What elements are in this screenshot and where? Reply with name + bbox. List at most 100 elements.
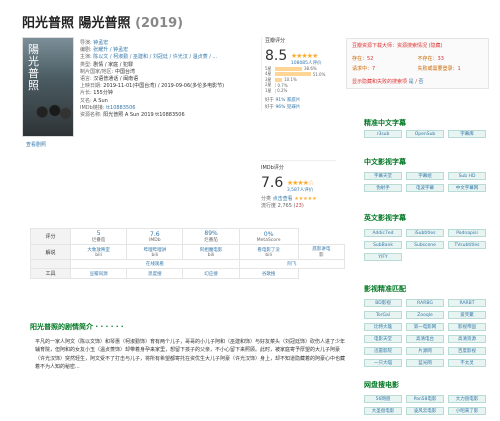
table-link[interactable]: 豆瓣同源 (72, 271, 125, 277)
score-source: 烂番茄 (91, 238, 106, 243)
table-link[interactable]: 在线观看 (72, 261, 238, 267)
info-row: 主演: 陈以文 / 柯淑勤 / 巫建和 / 刘冠廷 / 许光汉 / 温贞菱 / … (80, 54, 255, 61)
info-link[interactable]: 陈以文 / 柯淑勤 / 巫建和 / 刘冠廷 / 许光汉 / 温贞菱 / ... (93, 54, 217, 60)
table-cell[interactable]: 阿相魔电影 bili (182, 244, 240, 260)
table-cell[interactable]: 谷歌搜 (238, 268, 299, 279)
info-key: 又名: (80, 97, 94, 104)
info-key: 导演: (80, 40, 94, 46)
table-cell[interactable]: 豆瓣同源 (69, 268, 128, 279)
resource-tag-button[interactable]: 字幕库 (448, 130, 486, 138)
better-prefix: 好于 (265, 104, 274, 110)
poster-image[interactable]: 陽光普照 (22, 37, 74, 137)
search-stat: 请求中：7 (352, 65, 418, 72)
resource-tag-button[interactable]: iSubtitles (406, 229, 444, 237)
info-key: 片长: (80, 90, 94, 97)
resource-tag-button[interactable]: 大力盘电影 (448, 395, 486, 403)
resource-tag-button[interactable]: Subscene (406, 241, 444, 249)
resource-tag-button[interactable]: 电影天堂 (364, 335, 402, 343)
table-cell[interactable]: 思度搜 (126, 268, 184, 279)
link-source: 影 (319, 253, 324, 258)
douban-stars: ★★★★★ 108085人评价 (291, 52, 322, 66)
resource-tag-button[interactable]: OpenSub (406, 130, 444, 138)
resource-table: 评分 5 烂番茄 7.6 IMDb 89% 烂番茄 0% MetaScore 解说 大象放映室 bil… (30, 228, 346, 279)
table-cell[interactable]: 大象放映室 bili (69, 244, 128, 260)
search-stat-value[interactable]: 33 (438, 56, 444, 62)
resource-tag-button[interactable]: Podnapisi (448, 229, 486, 237)
resource-tag-button[interactable]: TVsubtitles (448, 241, 486, 249)
search-stat-value[interactable]: 1 (458, 66, 461, 72)
separator: / (415, 79, 417, 85)
show-no-link[interactable]: 否 (419, 79, 424, 85)
douban-count[interactable]: 108085人评价 (291, 60, 322, 66)
better-link-1[interactable]: 91% 家庭片 (275, 98, 300, 103)
resource-tag-button[interactable]: SubBank (364, 241, 402, 249)
show-yes-link[interactable]: 是 (409, 79, 414, 85)
link-source: bili (95, 252, 102, 258)
table-link[interactable]: 谷歌搜 (241, 271, 297, 277)
section-title-netdisk: 网盘搜电影 (364, 381, 399, 389)
table-cell[interactable]: 在线观看 (70, 259, 240, 269)
search-status-title[interactable]: 豆瓣资源下载大师：资源搜索情况 (352, 43, 427, 49)
resource-tag-button[interactable]: Pan58电影 (406, 395, 444, 403)
search-stat-value[interactable]: 7 (372, 66, 375, 72)
table-link[interactable]: 幻应搜 (184, 271, 237, 277)
resource-tag-button[interactable]: RARBT (448, 299, 486, 307)
resource-tag-button[interactable]: 小昭来了影 (448, 407, 486, 415)
table-cell[interactable]: 阿飞 (238, 259, 346, 269)
resource-tag-button[interactable]: 中文字幕网 (448, 184, 486, 192)
resource-tag-button[interactable]: 高清电台 (406, 335, 444, 343)
resource-tag-button[interactable]: Sub HD (448, 172, 486, 180)
trend-value: 2,765 (277, 203, 292, 209)
imdb-count[interactable]: 3,587人评价 (287, 187, 313, 193)
resource-tag-button[interactable]: 字幕天堂 (364, 172, 402, 180)
track-link[interactable]: 点击查看 (273, 196, 293, 202)
search-stat-value[interactable]: 52 (367, 56, 373, 62)
resource-tag-button[interactable]: 百度影视 (448, 347, 486, 355)
table-link[interactable]: 阿飞 (241, 261, 343, 267)
rating-pct: 10.1% (284, 77, 297, 83)
resource-tag-button[interactable]: YIFY (364, 253, 402, 261)
resource-tag-button[interactable]: RARBG (406, 299, 444, 307)
info-key: 类型: (80, 61, 94, 68)
page-title: 阳光普照 陽光普照 (2019) (22, 12, 183, 31)
resource-tag-button[interactable]: TorGal (364, 311, 402, 319)
resource-tag-button[interactable]: 片源网 (406, 347, 444, 355)
info-link[interactable]: 张耀升 / 钟孟宏 (93, 47, 128, 53)
resource-tag-button[interactable]: r3sub (364, 130, 402, 138)
resource-tag-button[interactable]: Addic7ed (364, 229, 402, 237)
table-cell[interactable]: 看电影了没 bili (238, 244, 299, 260)
resource-tag-button[interactable]: 凌风云电影 (406, 407, 444, 415)
info-link[interactable]: tt10883506 (106, 105, 135, 111)
resource-tag-button[interactable]: 高清资源 (448, 335, 486, 343)
hide-link[interactable]: (隐藏) (429, 43, 443, 49)
resource-tag-button[interactable]: 一只大喵 (364, 359, 402, 367)
table-cell[interactable]: 幻应搜 (182, 268, 240, 279)
resource-tag-button[interactable]: 第一电影网 (406, 323, 444, 331)
table-link[interactable]: 思度搜 (128, 271, 181, 277)
score-value: 0% (263, 230, 274, 238)
resource-tag-button[interactable]: 伪射手 (364, 184, 402, 192)
resource-tag-button[interactable]: 字幕组 (406, 172, 444, 180)
movie-title: 阳光普照 陽光普照 (22, 16, 131, 31)
resource-tag-button[interactable]: 爱笑聚 (448, 311, 486, 319)
table-cell[interactable]: 底影讲电影 (297, 244, 346, 260)
resource-tag-button[interactable]: 大圣盘电影 (364, 407, 402, 415)
better-link-2[interactable]: 96% 犯罪片 (275, 105, 300, 110)
table-cell: 0% MetaScore (238, 228, 299, 245)
info-link[interactable]: 钟孟宏 (93, 40, 108, 46)
douban-rating: 豆瓣评分 8.5 ★★★★★ 108085人评价 5星 38.6% 4星 51.0% 3… (261, 37, 336, 111)
table-cell[interactable]: 哔哩哔哩讲 bili (126, 244, 184, 260)
rating-pct: 0.7% (277, 82, 288, 88)
resource-tag-button[interactable]: 蓝光网 (406, 359, 444, 367)
douban-score: 8.5 (265, 48, 288, 64)
resource-tag-button[interactable]: 影视帝国 (448, 323, 486, 331)
resource-tag-button[interactable]: 比特大雄 (364, 323, 402, 331)
resource-tag-button[interactable]: 迅雷影院 (364, 347, 402, 355)
resource-tag-button[interactable]: 56网盘 (364, 395, 402, 403)
resource-tag-button[interactable]: BD影视 (364, 299, 402, 307)
view-stills-link[interactable]: 查看剧照 (26, 141, 46, 148)
info-key: 资源名称: (80, 112, 104, 119)
resource-tag-button[interactable]: 不太灵 (448, 359, 486, 367)
resource-tag-button[interactable]: 电波字幕 (406, 184, 444, 192)
resource-tag-button[interactable]: Zooqle (406, 311, 444, 319)
